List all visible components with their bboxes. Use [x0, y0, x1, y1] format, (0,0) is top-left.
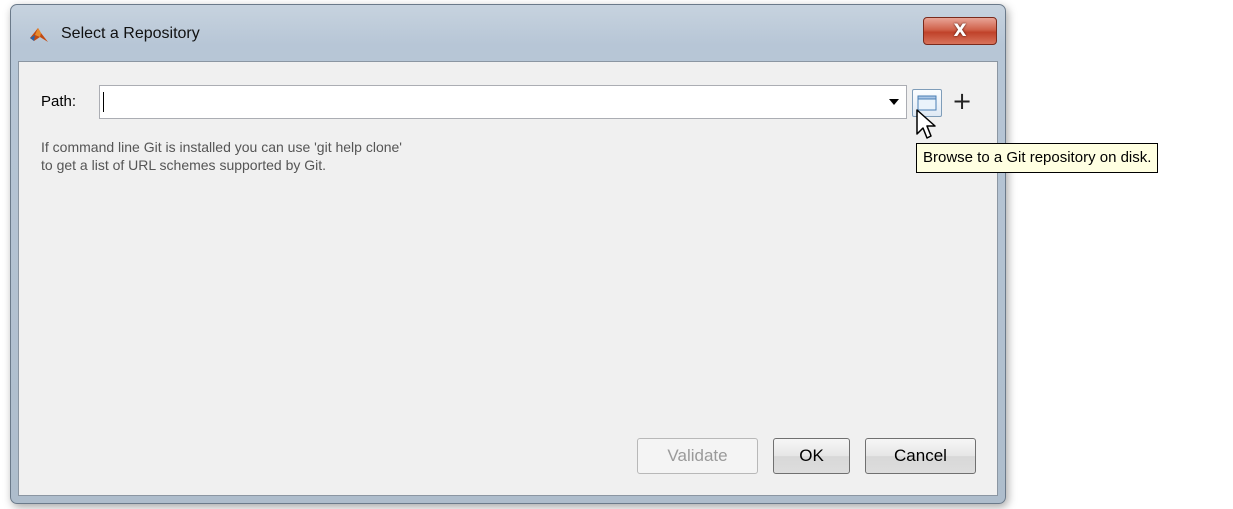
path-label: Path: [41, 93, 77, 110]
window-title: Select a Repository [61, 25, 200, 42]
plus-icon[interactable]: + [951, 86, 973, 116]
help-text: If command line Git is installed you can… [41, 138, 402, 174]
arrow-cursor-icon [916, 109, 936, 139]
validate-button[interactable]: Validate [637, 438, 758, 474]
text-caret [103, 92, 104, 112]
help-text-line-1: If command line Git is installed you can… [41, 139, 402, 155]
select-repository-dialog: Select a Repository X Path: + If command [10, 4, 1006, 504]
path-combobox[interactable] [99, 85, 907, 119]
close-icon: X [953, 21, 967, 41]
screen: Select a Repository X Path: + If command [0, 0, 1233, 509]
help-text-line-2: to get a list of URL schemes supported b… [41, 157, 327, 173]
chevron-down-icon[interactable] [889, 99, 899, 105]
browse-tooltip: Browse to a Git repository on disk. [916, 143, 1159, 173]
path-input[interactable] [100, 86, 880, 118]
matlab-icon [30, 28, 48, 42]
title-bar[interactable]: Select a Repository X [11, 5, 1005, 65]
close-button[interactable]: X [923, 17, 997, 45]
cancel-button[interactable]: Cancel [865, 438, 976, 474]
ok-button[interactable]: OK [773, 438, 850, 474]
dialog-body: Path: + If command line Git is installed… [18, 61, 998, 496]
